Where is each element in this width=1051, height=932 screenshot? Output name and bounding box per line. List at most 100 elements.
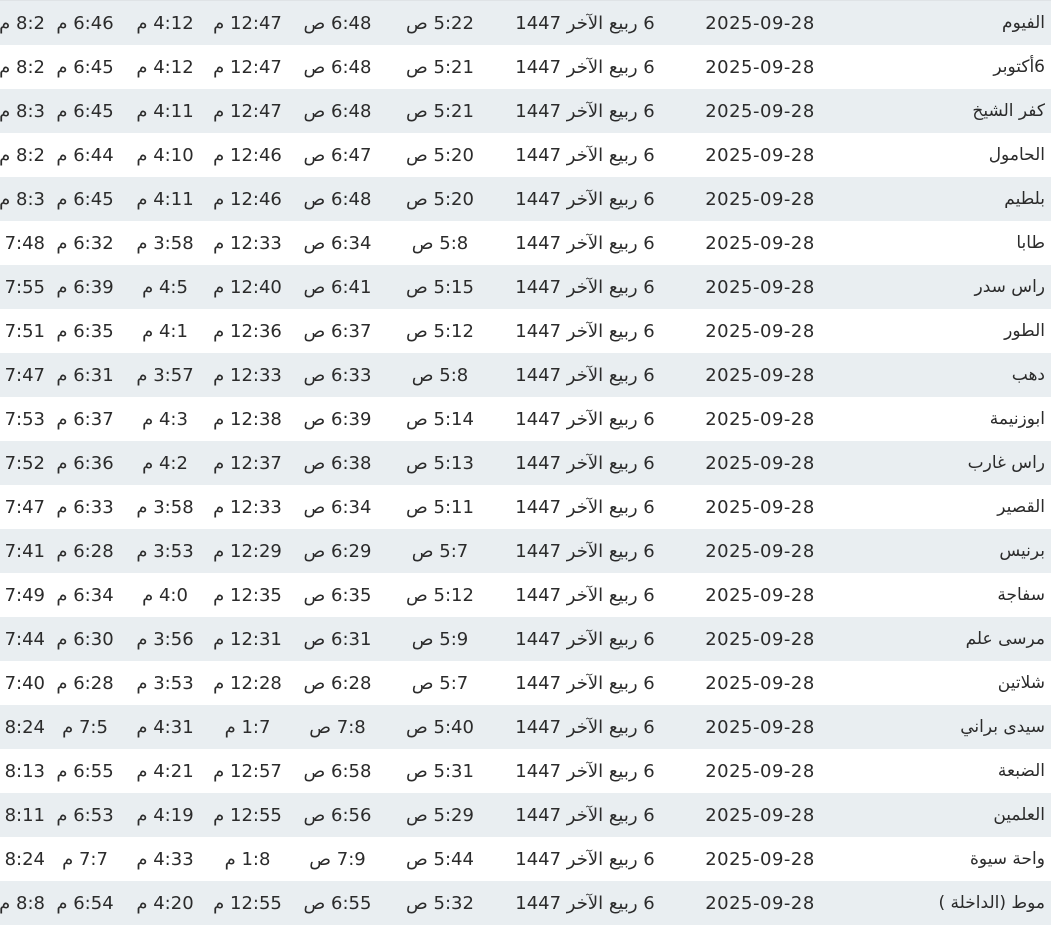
asr-time-cell: 4:11 م	[125, 177, 205, 221]
gregorian-date-cell: 2025-09-28	[675, 265, 845, 309]
asr-time-cell: 4:12 م	[125, 1, 205, 45]
hijri-date-cell: 6 ربيع الآخر 1447	[495, 221, 675, 265]
hijri-date-cell: 6 ربيع الآخر 1447	[495, 749, 675, 793]
table-body: الفيوم 2025-09-28 6 ربيع الآخر 1447 5:22 ص6…	[0, 1, 1051, 925]
city-cell: برنيس	[845, 529, 1051, 573]
gregorian-date-cell: 2025-09-28	[675, 661, 845, 705]
asr-time-cell: 3:56 م	[125, 617, 205, 661]
gregorian-date-cell: 2025-09-28	[675, 441, 845, 485]
hijri-date-cell: 6 ربيع الآخر 1447	[495, 485, 675, 529]
dhuhr-time-cell: 12:33 م	[205, 353, 290, 397]
city-cell: العلمين	[845, 793, 1051, 837]
gregorian-date-cell: 2025-09-28	[675, 485, 845, 529]
city-cell: الضبعة	[845, 749, 1051, 793]
table-row: طابا 2025-09-28 6 ربيع الآخر 1447 5:8 ص 6:34…	[0, 221, 1051, 265]
hijri-date-cell: 6 ربيع الآخر 1447	[495, 133, 675, 177]
isha-time-cell: 7:51 م	[0, 309, 45, 353]
gregorian-date-cell: 2025-09-28	[675, 881, 845, 925]
city-cell: شلاتين	[845, 661, 1051, 705]
hijri-date-cell: 6 ربيع الآخر 1447	[495, 89, 675, 133]
isha-time-cell: 7:49 م	[0, 573, 45, 617]
fajr-time-cell: 5:14 ص	[385, 397, 495, 441]
sunrise-time-cell: 6:29 ص	[290, 529, 385, 573]
hijri-date-cell: 6 ربيع الآخر 1447	[495, 265, 675, 309]
fajr-time-cell: 5:8 ص	[385, 353, 495, 397]
fajr-time-cell: 5:20 ص	[385, 133, 495, 177]
maghrib-time-cell: 6:37 م	[45, 397, 125, 441]
asr-time-cell: 4:2 م	[125, 441, 205, 485]
dhuhr-time-cell: 12:47 م	[205, 45, 290, 89]
city-cell: راس سدر	[845, 265, 1051, 309]
fajr-time-cell: 5:12 ص	[385, 309, 495, 353]
sunrise-time-cell: 7:9 ص	[290, 837, 385, 881]
dhuhr-time-cell: 12:47 م	[205, 89, 290, 133]
fajr-time-cell: 5:20 ص	[385, 177, 495, 221]
isha-time-cell: 8:24 م	[0, 705, 45, 749]
isha-time-cell: 8:8 م	[0, 881, 45, 925]
isha-time-cell: 7:55 م	[0, 265, 45, 309]
maghrib-time-cell: 6:28 م	[45, 529, 125, 573]
maghrib-time-cell: 6:28 م	[45, 661, 125, 705]
asr-time-cell: 3:53 م	[125, 529, 205, 573]
fajr-time-cell: 5:9 ص	[385, 617, 495, 661]
gregorian-date-cell: 2025-09-28	[675, 617, 845, 661]
fajr-time-cell: 5:44 ص	[385, 837, 495, 881]
city-cell: 6أكتوبر	[845, 45, 1051, 89]
sunrise-time-cell: 6:56 ص	[290, 793, 385, 837]
maghrib-time-cell: 6:55 م	[45, 749, 125, 793]
sunrise-time-cell: 6:55 ص	[290, 881, 385, 925]
asr-time-cell: 4:31 م	[125, 705, 205, 749]
isha-time-cell: 8:11 م	[0, 793, 45, 837]
sunrise-time-cell: 6:47 ص	[290, 133, 385, 177]
asr-time-cell: 4:11 م	[125, 89, 205, 133]
gregorian-date-cell: 2025-09-28	[675, 177, 845, 221]
gregorian-date-cell: 2025-09-28	[675, 1, 845, 45]
asr-time-cell: 4:10 م	[125, 133, 205, 177]
maghrib-time-cell: 7:7 م	[45, 837, 125, 881]
asr-time-cell: 4:0 م	[125, 573, 205, 617]
hijri-date-cell: 6 ربيع الآخر 1447	[495, 793, 675, 837]
sunrise-time-cell: 6:48 ص	[290, 89, 385, 133]
asr-time-cell: 3:58 م	[125, 221, 205, 265]
isha-time-cell: 7:44 م	[0, 617, 45, 661]
table-row: سفاجة 2025-09-28 6 ربيع الآخر 1447 5:12 ص 6:…	[0, 573, 1051, 617]
fajr-time-cell: 5:29 ص	[385, 793, 495, 837]
dhuhr-time-cell: 12:57 م	[205, 749, 290, 793]
maghrib-time-cell: 7:5 م	[45, 705, 125, 749]
gregorian-date-cell: 2025-09-28	[675, 573, 845, 617]
table-row: الضبعة 2025-09-28 6 ربيع الآخر 1447 5:31 ص6…	[0, 749, 1051, 793]
city-cell: مرسى علم	[845, 617, 1051, 661]
fajr-time-cell: 5:11 ص	[385, 485, 495, 529]
table-row: راس سدر 2025-09-28 6 ربيع الآخر 1447 5:15 ص…	[0, 265, 1051, 309]
asr-time-cell: 4:1 م	[125, 309, 205, 353]
dhuhr-time-cell: 12:55 م	[205, 793, 290, 837]
city-cell: راس غارب	[845, 441, 1051, 485]
dhuhr-time-cell: 1:7 م	[205, 705, 290, 749]
asr-time-cell: 3:57 م	[125, 353, 205, 397]
city-cell: الفيوم	[845, 1, 1051, 45]
prayer-times-table-container: الفيوم 2025-09-28 6 ربيع الآخر 1447 5:22 ص6…	[0, 0, 1051, 932]
city-cell: ابوزنيمة	[845, 397, 1051, 441]
asr-time-cell: 4:12 م	[125, 45, 205, 89]
gregorian-date-cell: 2025-09-28	[675, 353, 845, 397]
dhuhr-time-cell: 12:31 م	[205, 617, 290, 661]
maghrib-time-cell: 6:54 م	[45, 881, 125, 925]
isha-time-cell: 7:48 م	[0, 221, 45, 265]
asr-time-cell: 3:53 م	[125, 661, 205, 705]
table-row: الفيوم 2025-09-28 6 ربيع الآخر 1447 5:22 ص6…	[0, 1, 1051, 45]
asr-time-cell: 4:5 م	[125, 265, 205, 309]
maghrib-time-cell: 6:35 م	[45, 309, 125, 353]
sunrise-time-cell: 6:58 ص	[290, 749, 385, 793]
fajr-time-cell: 5:15 ص	[385, 265, 495, 309]
fajr-time-cell: 5:40 ص	[385, 705, 495, 749]
isha-time-cell: 7:53 م	[0, 397, 45, 441]
sunrise-time-cell: 7:8 ص	[290, 705, 385, 749]
maghrib-time-cell: 6:34 م	[45, 573, 125, 617]
fajr-time-cell: 5:32 ص	[385, 881, 495, 925]
sunrise-time-cell: 6:35 ص	[290, 573, 385, 617]
fajr-time-cell: 5:21 ص	[385, 45, 495, 89]
dhuhr-time-cell: 12:33 م	[205, 485, 290, 529]
fajr-time-cell: 5:12 ص	[385, 573, 495, 617]
dhuhr-time-cell: 12:47 م	[205, 1, 290, 45]
asr-time-cell: 4:20 م	[125, 881, 205, 925]
